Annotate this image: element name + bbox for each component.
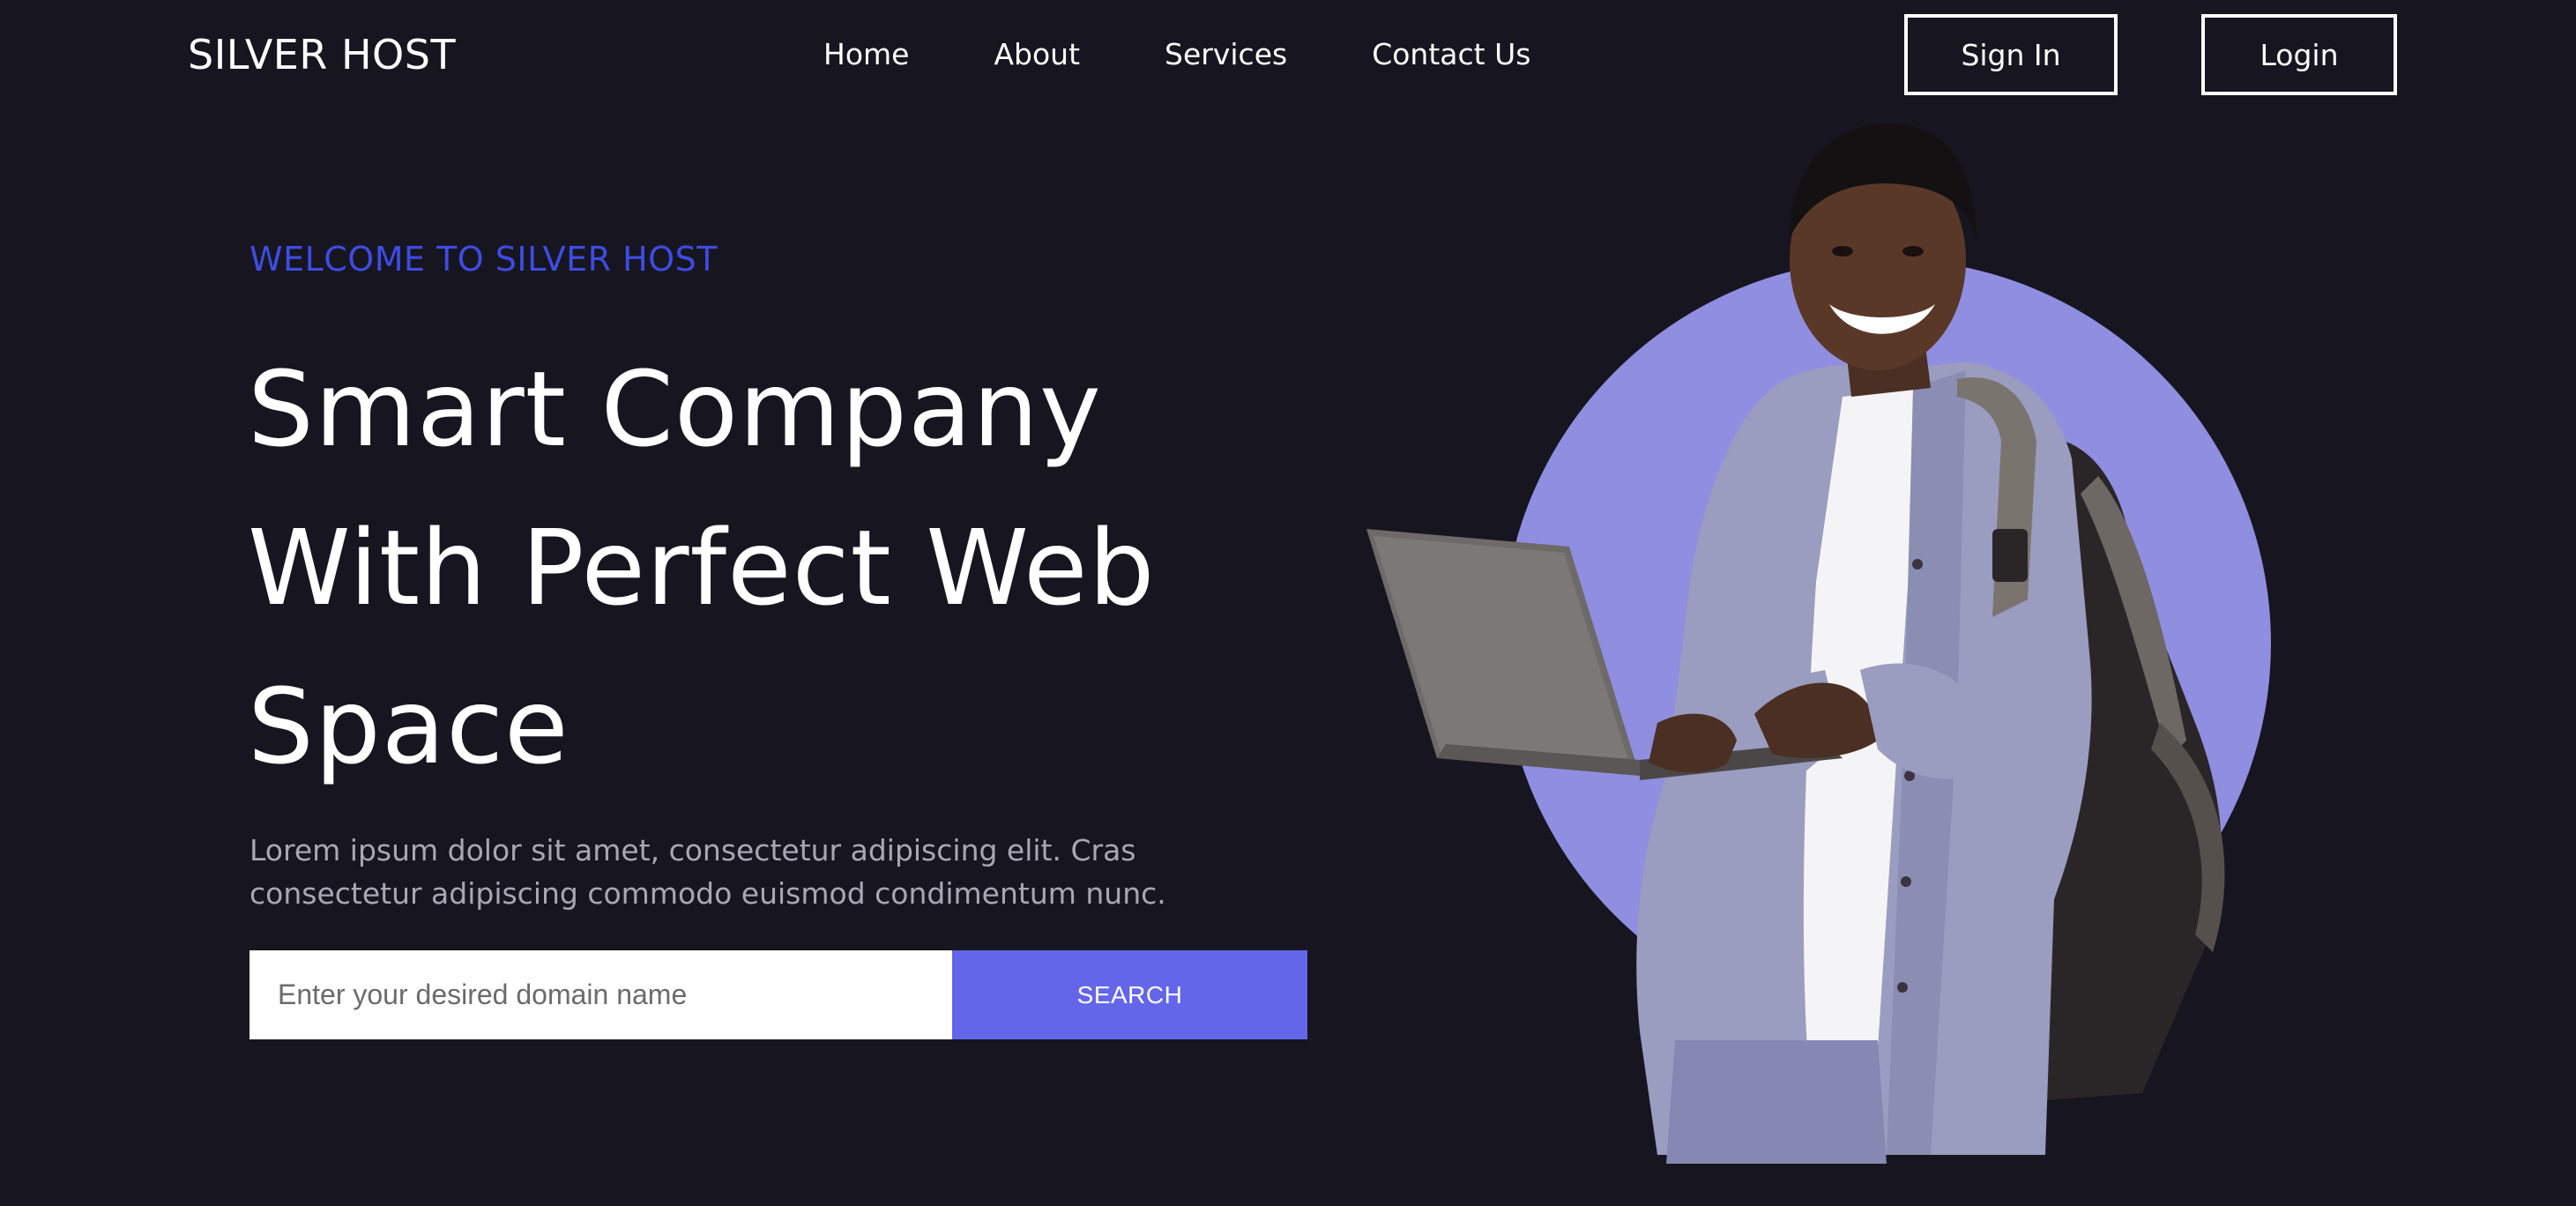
main-nav: Home About Services Contact Us xyxy=(823,34,1530,76)
domain-search-input[interactable] xyxy=(249,950,952,1039)
hero-eyebrow: WELCOME TO SILVER HOST xyxy=(249,240,718,279)
person-hand-right xyxy=(1649,713,1737,773)
nav-link-services[interactable]: Services xyxy=(1165,34,1287,76)
search-button[interactable]: SEARCH xyxy=(952,950,1307,1039)
headline-line-3: Space xyxy=(248,666,570,787)
hero-description: Lorem ipsum dolor sit amet, consectetur … xyxy=(249,833,1166,911)
headline-line-1: Smart Company xyxy=(248,348,1102,470)
headline-line-2: With Perfect Web xyxy=(248,507,1156,629)
top-navbar: SILVER HOST Home About Services Contact … xyxy=(0,0,2576,111)
domain-search-form: SEARCH xyxy=(249,950,1307,1039)
nav-link-home[interactable]: Home xyxy=(823,34,909,76)
hero-headline: Smart Company With Perfect Web Space xyxy=(248,330,1359,806)
login-button[interactable]: Login xyxy=(2201,14,2397,95)
nav-link-about[interactable]: About xyxy=(994,34,1080,76)
person-jeans xyxy=(1666,1040,1887,1164)
nav-link-contact-us[interactable]: Contact Us xyxy=(1372,34,1530,76)
hero-illustration xyxy=(1366,123,2271,1164)
sign-in-button[interactable]: Sign In xyxy=(1904,14,2118,95)
brand-logo[interactable]: SILVER HOST xyxy=(188,28,456,81)
hero-image xyxy=(1349,106,2363,1164)
